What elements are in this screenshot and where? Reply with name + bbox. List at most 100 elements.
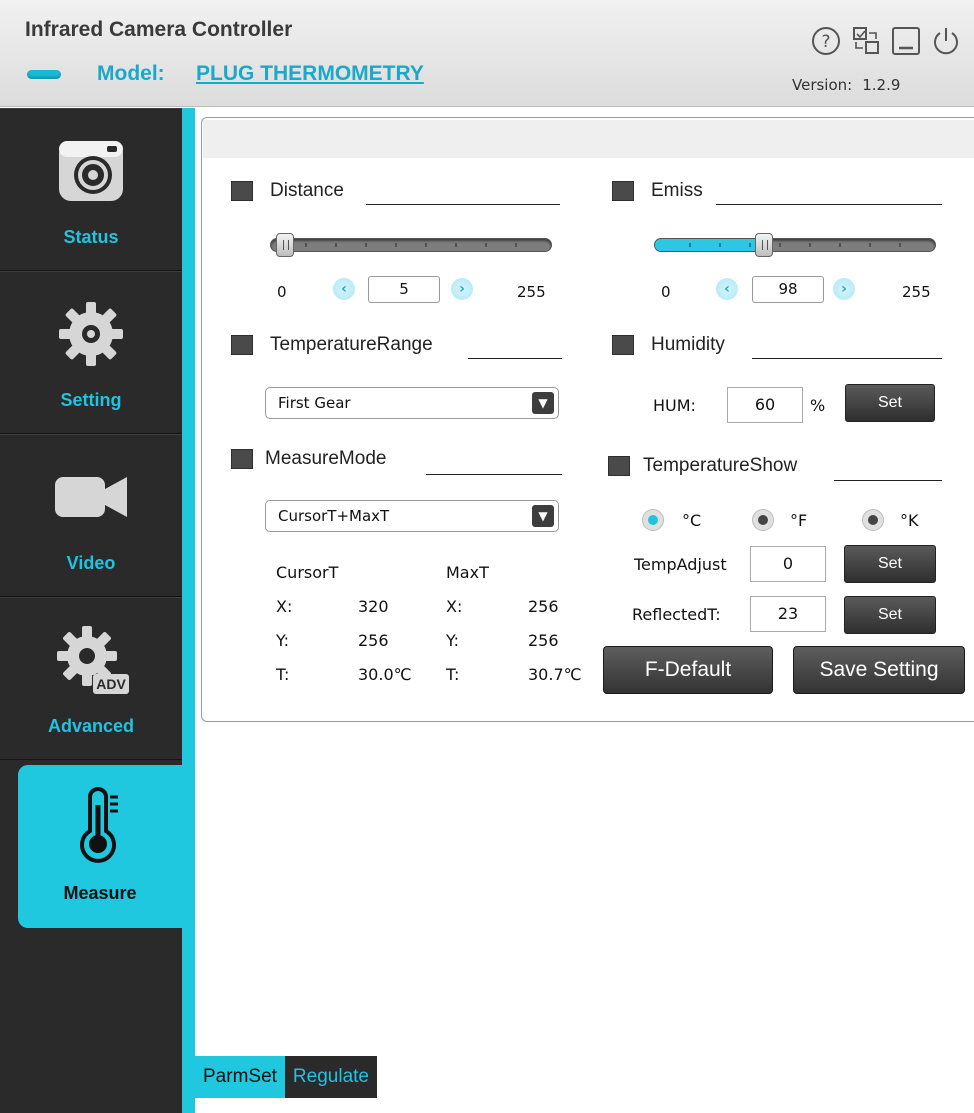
temp-adjust-set-button[interactable]: Set xyxy=(844,545,936,583)
tab-regulate[interactable]: Regulate xyxy=(284,1056,377,1098)
kelvin-radio[interactable] xyxy=(862,509,884,531)
emiss-label: Emiss xyxy=(651,180,703,201)
emiss-decrement-button[interactable]: ‹ xyxy=(716,278,738,300)
emiss-slider[interactable] xyxy=(654,233,936,257)
humidity-field-label: HUM: xyxy=(653,396,696,415)
model-label: Model: xyxy=(97,62,165,85)
measure-mode-underline xyxy=(426,474,562,475)
video-camera-icon xyxy=(55,477,127,517)
save-setting-button[interactable]: Save Setting xyxy=(793,646,965,694)
measure-mode-select[interactable]: CursorT+MaxT ▼ xyxy=(265,500,559,532)
emiss-min: 0 xyxy=(661,283,671,301)
temperature-show-checkbox[interactable] xyxy=(608,456,630,476)
sidebar-item-measure[interactable]: Measure xyxy=(18,765,182,928)
reflected-temp-set-button[interactable]: Set xyxy=(844,596,936,634)
celsius-radio[interactable] xyxy=(642,509,664,531)
kelvin-label: °K xyxy=(900,511,919,530)
distance-min: 0 xyxy=(277,283,287,301)
temperature-range-underline xyxy=(468,358,562,359)
version-number: 1.2.9 xyxy=(862,76,901,94)
sidebar-item-video[interactable]: Video xyxy=(0,434,182,597)
switch-device-icon[interactable] xyxy=(850,25,882,57)
temperature-range-select[interactable]: First Gear ▼ xyxy=(265,387,559,419)
sidebar-item-status[interactable]: Status xyxy=(0,108,182,271)
model-name-link[interactable]: PLUG THERMOMETRY xyxy=(196,62,424,86)
app-title: Infrared Camera Controller xyxy=(25,18,293,41)
measure-mode-checkbox[interactable] xyxy=(231,449,253,469)
factory-default-button[interactable]: F-Default xyxy=(603,646,773,694)
max-t-label: T: xyxy=(446,665,460,684)
gear-icon xyxy=(59,302,123,366)
emiss-increment-button[interactable]: › xyxy=(833,278,855,300)
cursor-t-value: 30.0℃ xyxy=(358,665,412,684)
reflected-temp-input[interactable]: 23 xyxy=(750,596,826,632)
sidebar-item-label: Status xyxy=(63,227,119,247)
title-bar: Infrared Camera Controller Model: PLUG T… xyxy=(0,0,974,107)
distance-max: 255 xyxy=(517,283,546,301)
max-y-value: 256 xyxy=(528,631,559,650)
version-label: Version: xyxy=(792,76,853,94)
reflected-temp-label: ReflectedT: xyxy=(632,605,721,624)
distance-slider[interactable] xyxy=(270,233,552,257)
cursor-x-label: X: xyxy=(276,597,293,616)
bottom-tabs: ParmSet Regulate xyxy=(195,1056,377,1098)
help-icon[interactable]: ? xyxy=(810,25,842,57)
temperature-show-label: TemperatureShow xyxy=(643,455,798,476)
version-info: Version: 1.2.9 xyxy=(792,76,900,94)
humidity-set-button[interactable]: Set xyxy=(845,384,935,422)
sidebar-accent-bar xyxy=(182,108,195,1113)
window-controls: ? xyxy=(810,25,962,57)
temp-adjust-input[interactable]: 0 xyxy=(750,546,826,582)
model-indicator-icon xyxy=(27,70,61,79)
humidity-label: Humidity xyxy=(651,334,725,355)
emiss-underline xyxy=(716,204,942,205)
celsius-label: °C xyxy=(682,511,702,530)
sidebar-item-setting[interactable]: Setting xyxy=(0,271,182,434)
temp-adjust-label: TempAdjust xyxy=(634,555,727,574)
temperature-range-checkbox[interactable] xyxy=(231,335,253,355)
emiss-checkbox[interactable] xyxy=(612,181,634,201)
fahrenheit-radio[interactable] xyxy=(752,509,774,531)
chevron-down-icon[interactable]: ▼ xyxy=(532,392,554,414)
temperature-show-underline xyxy=(834,480,942,481)
emiss-max: 255 xyxy=(902,283,931,301)
svg-text:?: ? xyxy=(821,32,830,52)
distance-increment-button[interactable]: › xyxy=(451,278,473,300)
power-icon[interactable] xyxy=(930,25,962,57)
distance-slider-thumb[interactable] xyxy=(276,233,294,257)
humidity-input[interactable]: 60 xyxy=(727,387,803,423)
cursor-t-label: T: xyxy=(276,665,290,684)
svg-text:ADV: ADV xyxy=(96,676,126,692)
sidebar-item-label: Advanced xyxy=(47,716,135,736)
max-x-value: 256 xyxy=(528,597,559,616)
temperature-range-label: TemperatureRange xyxy=(270,334,433,355)
max-t-value: 30.7℃ xyxy=(528,665,582,684)
max-x-label: X: xyxy=(446,597,463,616)
tab-parmset[interactable]: ParmSet xyxy=(195,1056,285,1098)
max-y-label: Y: xyxy=(446,631,460,650)
distance-label: Distance xyxy=(270,180,344,201)
measure-mode-selected: CursorT+MaxT xyxy=(278,507,390,525)
distance-checkbox[interactable] xyxy=(231,181,253,201)
emiss-value-input[interactable]: 98 xyxy=(752,276,824,303)
advanced-gear-icon: ADV xyxy=(57,626,129,694)
emiss-slider-thumb[interactable] xyxy=(755,233,773,257)
cursor-t-title: CursorT xyxy=(276,563,339,582)
panel-header-strip xyxy=(203,120,974,158)
distance-decrement-button[interactable]: ‹ xyxy=(333,278,355,300)
temperature-range-selected: First Gear xyxy=(278,394,351,412)
sidebar-item-advanced[interactable]: ADV Advanced xyxy=(0,597,182,760)
minimize-icon[interactable] xyxy=(890,25,922,57)
sidebar-item-label: Measure xyxy=(63,883,137,903)
measure-mode-label: MeasureMode xyxy=(265,448,387,469)
distance-underline xyxy=(366,204,560,205)
humidity-underline xyxy=(752,358,942,359)
cursor-y-value: 256 xyxy=(358,631,389,650)
distance-value-input[interactable]: 5 xyxy=(368,276,440,303)
humidity-checkbox[interactable] xyxy=(612,335,634,355)
cursor-x-value: 320 xyxy=(358,597,389,616)
thermometer-icon xyxy=(80,787,118,863)
cursor-y-label: Y: xyxy=(276,631,290,650)
chevron-down-icon[interactable]: ▼ xyxy=(532,505,554,527)
fahrenheit-label: °F xyxy=(790,511,808,530)
